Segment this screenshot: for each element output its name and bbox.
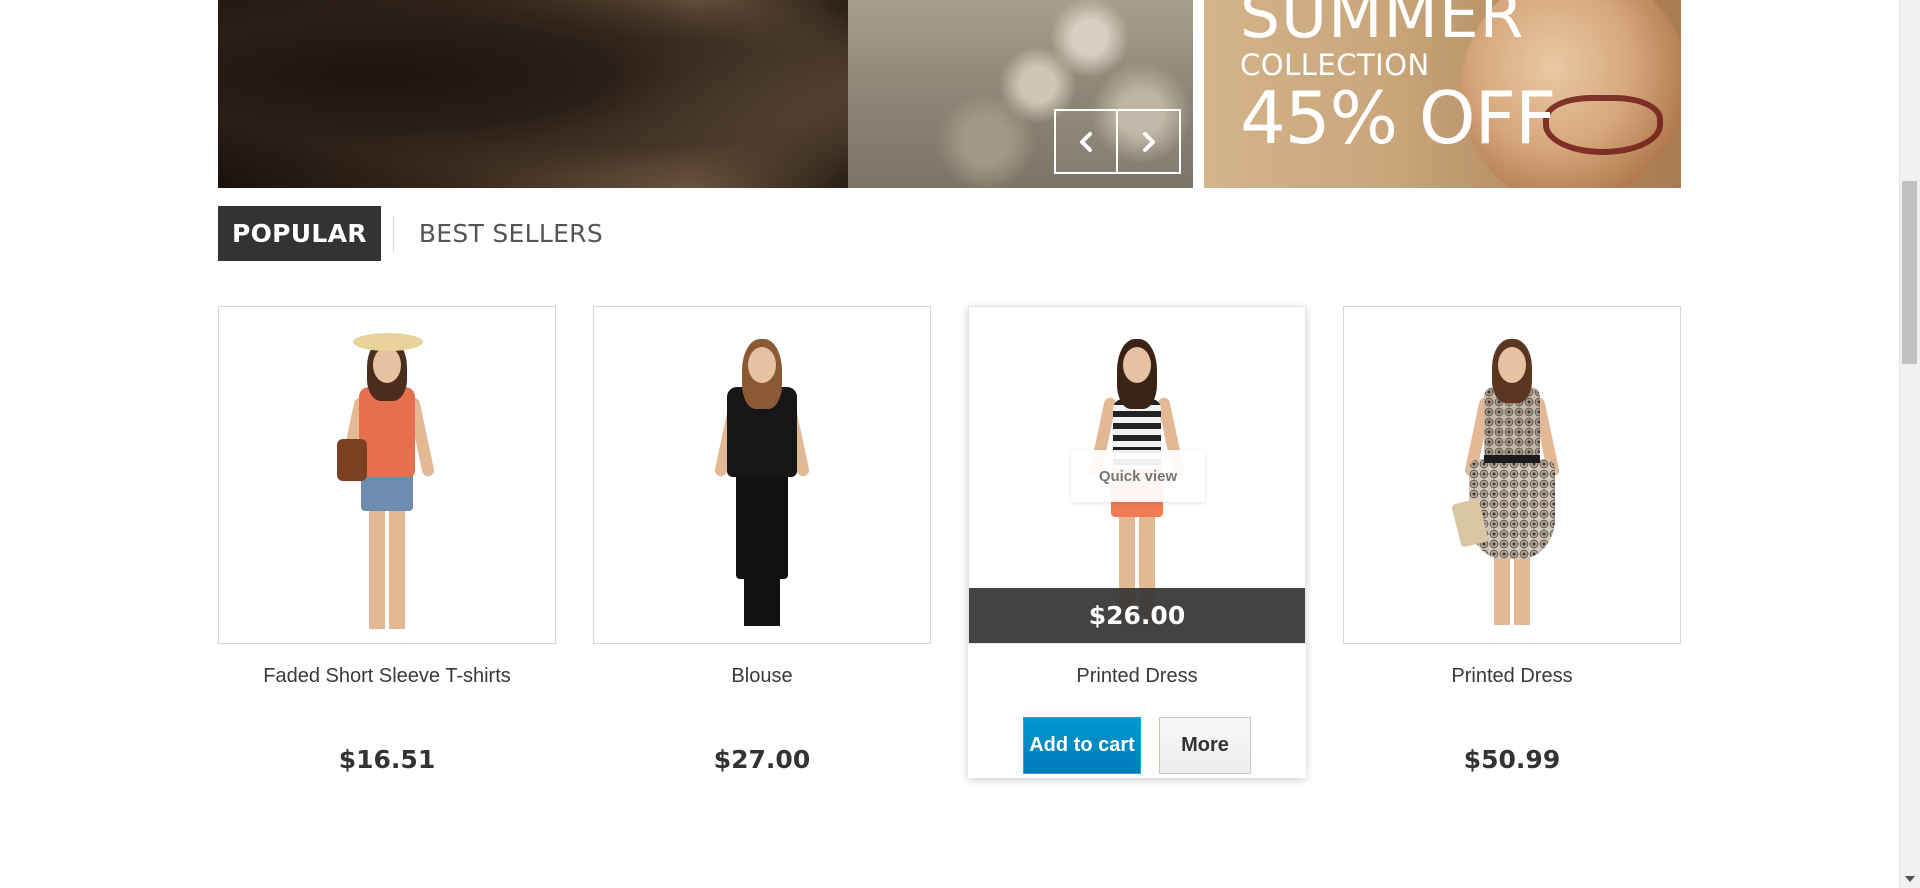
promo-sunglasses-image [1543,95,1663,155]
product-name-link[interactable]: Blouse [593,664,931,688]
more-button[interactable]: More [1159,717,1251,774]
tab-best-sellers[interactable]: BEST SELLERS [392,215,617,252]
vertical-scrollbar[interactable] [1899,0,1920,888]
summer-collection-promo[interactable]: SUMMER COLLECTION 45% OFF [1204,0,1681,188]
add-to-cart-button[interactable]: Add to cart [1023,717,1141,774]
product-image-link[interactable] [593,306,931,644]
chevron-right-icon [1142,131,1155,152]
product-image [682,319,842,637]
slider-controls [1054,109,1181,174]
product-card-hovered: Quick view $26.00 Printed Dress Add to c… [968,306,1306,778]
product-tabs: POPULAR BEST SELLERS [218,206,617,261]
product-card: Faded Short Sleeve T-shirts $16.51 [218,306,556,774]
product-card: Printed Dress $50.99 [1343,306,1681,774]
quick-view-button[interactable]: Quick view [1071,450,1205,502]
product-name-link[interactable]: Printed Dress [968,664,1306,688]
product-price: $27.00 [713,745,811,774]
homepage-slider[interactable] [218,0,1193,188]
scrollbar-thumb[interactable] [1902,181,1917,364]
product-image-link[interactable] [218,306,556,644]
product-image-link[interactable]: Quick view $26.00 [968,306,1306,644]
product-image-link[interactable] [1343,306,1681,644]
product-actions: Add to cart More [968,717,1306,774]
product-price: $50.99 [1463,745,1561,774]
product-price: $16.51 [338,745,436,774]
product-image [1432,319,1592,637]
product-price-overlay: $26.00 [969,588,1305,643]
product-list: Faded Short Sleeve T-shirts $16.51 Blous… [218,306,1681,781]
chevron-left-icon [1080,131,1092,152]
product-card: Blouse $27.00 [593,306,931,774]
homepage-banner: SUMMER COLLECTION 45% OFF [218,0,1681,188]
promo-text: SUMMER COLLECTION 45% OFF [1240,0,1556,160]
slider-prev-button[interactable] [1054,109,1118,174]
tab-popular[interactable]: POPULAR [218,206,381,261]
slider-next-button[interactable] [1118,109,1181,174]
scroll-down-arrow-icon[interactable] [1905,876,1915,882]
promo-title: SUMMER [1240,0,1525,52]
product-image [307,319,467,637]
product-name-link[interactable]: Printed Dress [1343,664,1681,688]
product-name-link[interactable]: Faded Short Sleeve T-shirts [218,664,556,688]
slider-image-models [218,0,848,188]
promo-discount: 45% OFF [1240,76,1556,160]
